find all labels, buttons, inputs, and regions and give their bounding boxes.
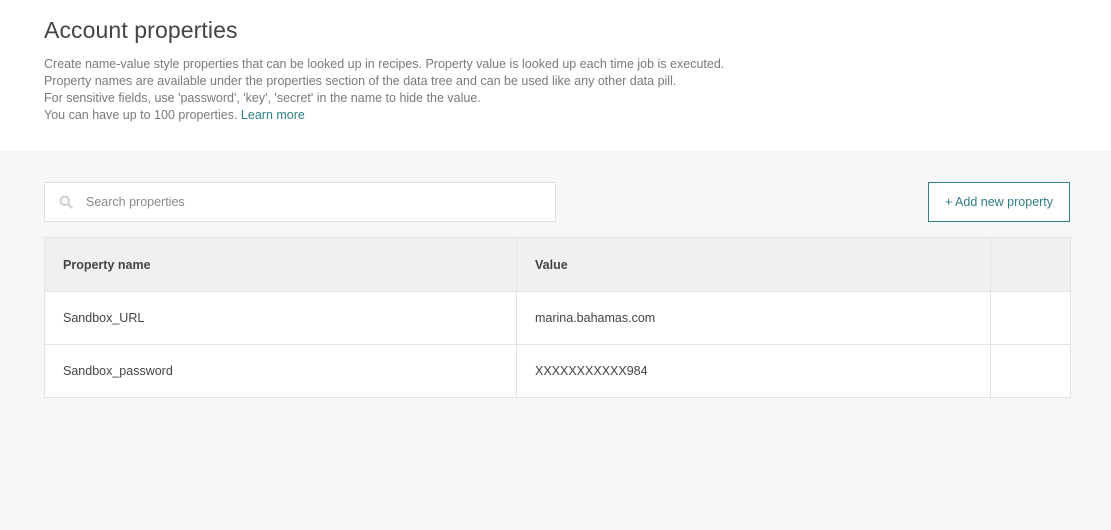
property-name-cell: Sandbox_URL [44, 291, 517, 345]
page-title: Account properties [44, 17, 238, 43]
property-value-cell: marina.bahamas.com [516, 291, 991, 345]
search-icon [58, 194, 74, 210]
learn-more-link[interactable]: Learn more [241, 108, 305, 122]
column-header-actions [990, 237, 1071, 292]
add-new-property-button[interactable]: + Add new property [928, 182, 1070, 222]
column-header-property-name: Property name [44, 237, 517, 292]
property-actions-cell [990, 291, 1071, 345]
description-line: Property names are available under the p… [44, 74, 677, 88]
properties-panel: + Add new property Property name Value S… [0, 151, 1111, 530]
description-line-last: You can have up to 100 properties. Learn… [44, 107, 1067, 124]
page-header: Account properties Create name-value sty… [0, 0, 1111, 151]
properties-table: Property name Value Sandbox_URL marina.b… [44, 237, 1071, 398]
search-input[interactable] [86, 184, 526, 220]
property-name-cell: Sandbox_password [44, 344, 517, 398]
table-header-row: Property name Value [44, 237, 1071, 292]
description-line: Create name-value style properties that … [44, 57, 725, 71]
property-value-cell: XXXXXXXXXXX984 [516, 344, 991, 398]
page-description: Create name-value style properties that … [44, 56, 1067, 124]
column-header-value: Value [516, 237, 991, 292]
description-line-text: You can have up to 100 properties. [44, 108, 238, 122]
table-row[interactable]: Sandbox_password XXXXXXXXXXX984 [44, 344, 1071, 398]
property-actions-cell [990, 344, 1071, 398]
table-row[interactable]: Sandbox_URL marina.bahamas.com [44, 291, 1071, 345]
description-line: For sensitive fields, use 'password', 'k… [44, 91, 481, 105]
search-box[interactable] [44, 182, 556, 222]
